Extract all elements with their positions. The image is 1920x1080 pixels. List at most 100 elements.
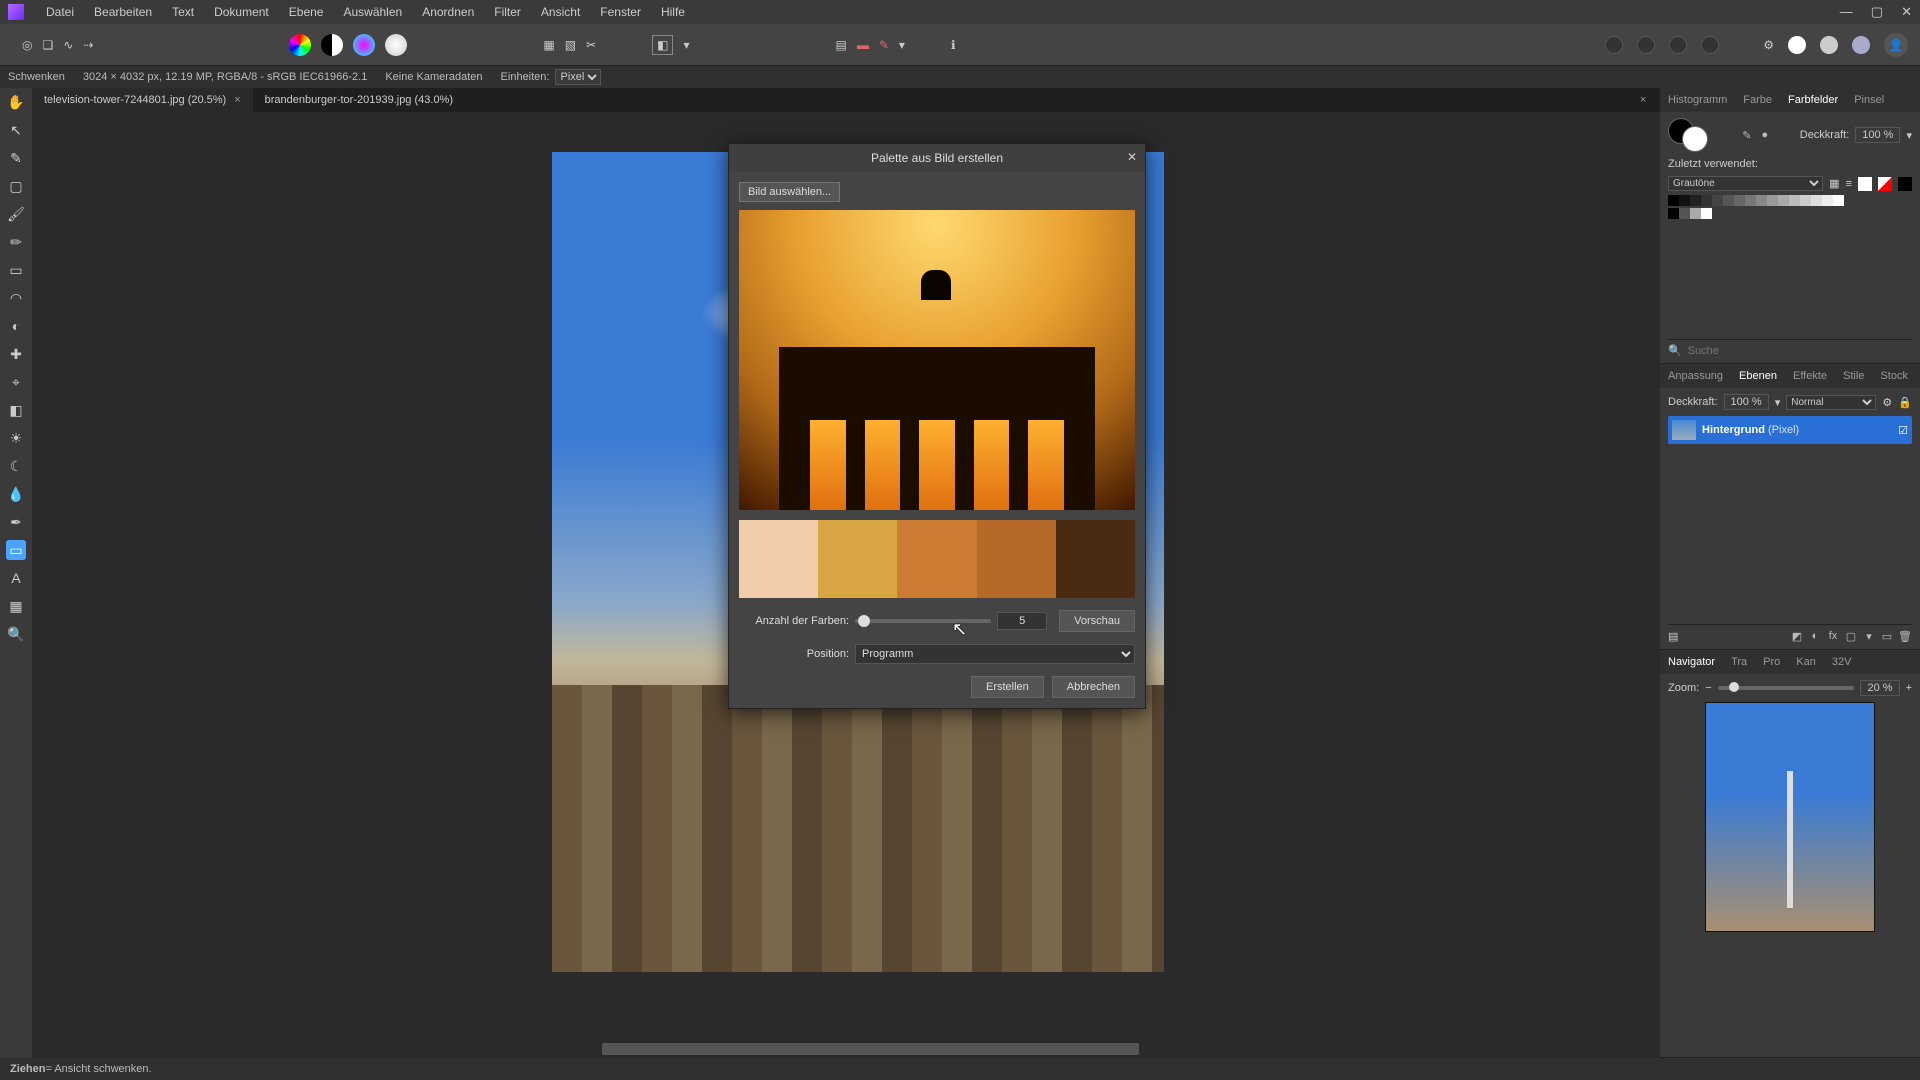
pencil-tool-icon[interactable]: ✏: [6, 232, 26, 252]
panel-tab-swatches[interactable]: Farbfelder: [1780, 94, 1846, 106]
selection-tool-icon[interactable]: ▭: [6, 260, 26, 280]
cancel-button[interactable]: Abbrechen: [1052, 676, 1135, 698]
zoom-out-icon[interactable]: −: [1705, 682, 1711, 694]
swatch[interactable]: [1723, 195, 1734, 206]
crop-layer-icon[interactable]: ▢: [1844, 629, 1858, 643]
horizontal-scrollbar[interactable]: [32, 1040, 1660, 1058]
flag-red-icon[interactable]: ▬: [857, 38, 869, 52]
palette-swatch[interactable]: [818, 520, 897, 598]
chevron-down-icon[interactable]: ▾: [1775, 396, 1781, 409]
info-icon[interactable]: ℹ: [951, 38, 956, 52]
close-tab-icon[interactable]: ×: [234, 94, 240, 106]
color-count-slider[interactable]: [855, 619, 991, 623]
select-image-button[interactable]: Bild auswählen...: [739, 182, 840, 202]
history-fwd-icon[interactable]: [1637, 36, 1655, 54]
transform-icon[interactable]: ▧: [565, 38, 576, 52]
panel-tab-navigator[interactable]: Navigator: [1660, 656, 1723, 668]
menu-ansicht[interactable]: Ansicht: [531, 5, 590, 19]
panel-tab-32v[interactable]: 32V: [1824, 656, 1860, 668]
record-icon[interactable]: ◎: [22, 38, 32, 52]
swatch-dot-icon[interactable]: ●: [1758, 128, 1772, 142]
panel-tab-brush[interactable]: Pinsel: [1846, 94, 1892, 106]
fx-icon[interactable]: fx: [1826, 629, 1840, 643]
panel-tab-tra[interactable]: Tra: [1723, 656, 1755, 668]
swatch-set-select[interactable]: Grautöne: [1668, 176, 1823, 191]
opacity-value[interactable]: 100 %: [1855, 127, 1900, 143]
blend-mode-select[interactable]: Normal: [1786, 395, 1876, 410]
quickmask-icon[interactable]: ◧: [652, 35, 673, 55]
gear-icon[interactable]: ⚙: [1882, 396, 1892, 409]
circle2-icon[interactable]: [1820, 36, 1838, 54]
history-back-icon[interactable]: [1605, 36, 1623, 54]
menu-ebene[interactable]: Ebene: [279, 5, 334, 19]
bw-icon[interactable]: [321, 34, 343, 56]
shape-tool-icon[interactable]: ▭: [6, 540, 26, 560]
hue-icon[interactable]: [353, 34, 375, 56]
blur-tool-icon[interactable]: 💧: [6, 484, 26, 504]
fill-tool-icon[interactable]: ◐: [6, 316, 26, 336]
panel-tab-styles[interactable]: Stile: [1835, 370, 1872, 382]
swatch[interactable]: [1800, 195, 1811, 206]
heal-tool-icon[interactable]: ✚: [6, 344, 26, 364]
swatch[interactable]: [1778, 195, 1789, 206]
document-tab[interactable]: brandenburger-tor-201939.jpg (43.0%) ×: [253, 88, 465, 112]
document-tab[interactable]: television-tower-7244801.jpg (20.5%) ×: [32, 88, 253, 112]
history-undo-icon[interactable]: [1669, 36, 1687, 54]
menu-icon[interactable]: ≡: [1846, 178, 1852, 190]
fg-bg-color-icon[interactable]: [1668, 118, 1712, 152]
swatch[interactable]: [1745, 195, 1756, 206]
pen-tool-icon[interactable]: ✒: [6, 512, 26, 532]
text-tool-icon[interactable]: A: [6, 568, 26, 588]
menu-filter[interactable]: Filter: [484, 5, 531, 19]
color-picker-tool-icon[interactable]: ✎: [6, 148, 26, 168]
history-redo-icon[interactable]: [1701, 36, 1719, 54]
maximize-icon[interactable]: ▢: [1871, 4, 1883, 20]
merge-icon[interactable]: ▾: [1862, 629, 1876, 643]
swatch[interactable]: [1822, 195, 1833, 206]
swatch[interactable]: [1756, 195, 1767, 206]
swatch-none-icon[interactable]: [1878, 177, 1892, 191]
move-tool-icon[interactable]: ↖: [6, 120, 26, 140]
layers-stack-icon[interactable]: ▤: [1668, 630, 1678, 643]
zoom-tool-icon[interactable]: 🔍: [6, 624, 26, 644]
palette-swatch[interactable]: [1056, 520, 1135, 598]
lasso-tool-icon[interactable]: ◠: [6, 288, 26, 308]
palette-swatch[interactable]: [977, 520, 1056, 598]
zoom-in-icon[interactable]: +: [1906, 682, 1912, 694]
navigator-preview[interactable]: [1705, 702, 1875, 932]
menu-fenster[interactable]: Fenster: [590, 5, 651, 19]
layer-row[interactable]: Hintergrund (Pixel) ☑: [1668, 416, 1912, 444]
marquee-icon[interactable]: ▦: [543, 38, 554, 52]
swatch[interactable]: [1668, 208, 1679, 219]
burn-tool-icon[interactable]: ☾: [6, 456, 26, 476]
swatch[interactable]: [1701, 208, 1712, 219]
erase-tool-icon[interactable]: ◧: [6, 400, 26, 420]
zoom-slider[interactable]: [1718, 686, 1855, 690]
hand-tool-icon[interactable]: ✋: [6, 92, 26, 112]
adjust-icon[interactable]: ◐: [1808, 629, 1822, 643]
swatch[interactable]: [1811, 195, 1822, 206]
swatch[interactable]: [1679, 208, 1690, 219]
dodge-tool-icon[interactable]: ☀: [6, 428, 26, 448]
box-icon[interactable]: ❏: [42, 38, 53, 52]
close-tab-icon[interactable]: ×: [1640, 94, 1646, 106]
wand-icon[interactable]: ✎: [879, 38, 889, 52]
swatch[interactable]: [1734, 195, 1745, 206]
add-layer-icon[interactable]: ▭: [1880, 629, 1894, 643]
panel-tab-kan[interactable]: Kan: [1788, 656, 1824, 668]
panel-tab-pro[interactable]: Pro: [1755, 656, 1788, 668]
zoom-value[interactable]: 20 %: [1860, 680, 1899, 696]
palette-swatch[interactable]: [739, 520, 818, 598]
wave-icon[interactable]: ∿: [63, 38, 73, 52]
units-select[interactable]: Pixel: [555, 69, 601, 85]
menu-dokument[interactable]: Dokument: [204, 5, 279, 19]
position-select[interactable]: Programm: [855, 644, 1135, 664]
panel-tab-layers[interactable]: Ebenen: [1731, 370, 1785, 382]
swatch[interactable]: [1701, 195, 1712, 206]
minimize-icon[interactable]: —: [1840, 4, 1853, 20]
eyedropper-icon[interactable]: ✎: [1740, 128, 1754, 142]
preview-button[interactable]: Vorschau: [1059, 610, 1135, 632]
mesh-tool-icon[interactable]: ▦: [6, 596, 26, 616]
swatch[interactable]: [1789, 195, 1800, 206]
menu-auswaehlen[interactable]: Auswählen: [333, 5, 412, 19]
